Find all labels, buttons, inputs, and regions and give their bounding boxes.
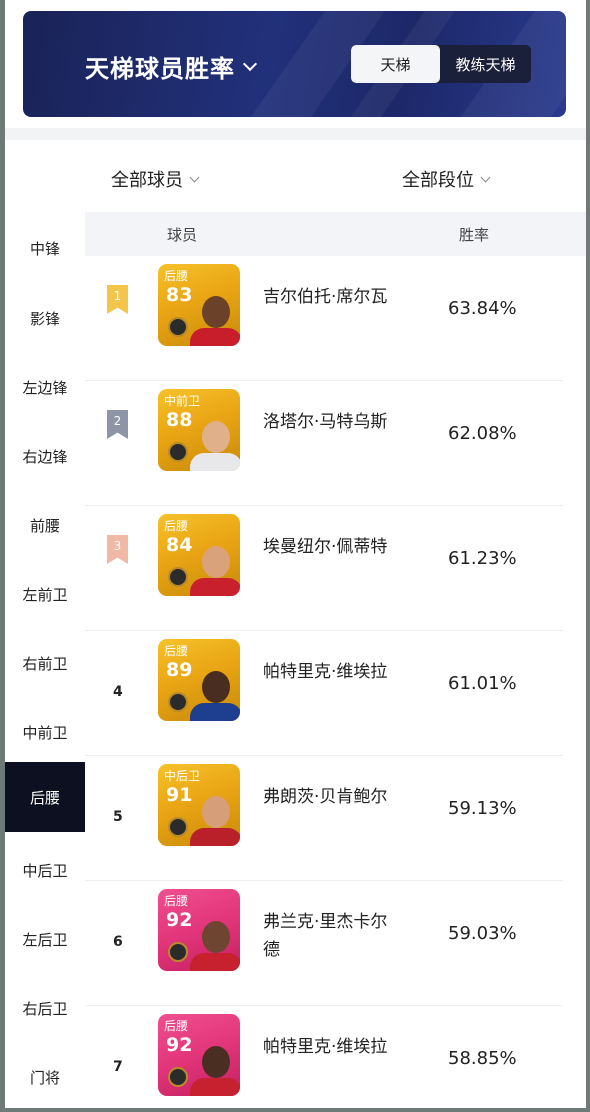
player-card[interactable]: 中前卫 88 <box>158 389 240 471</box>
player-card[interactable]: 后腰 89 <box>158 639 240 721</box>
player-portrait <box>190 790 240 846</box>
app-frame: 天梯球员胜率 天梯 教练天梯 全部球员 全部段位 中锋 影锋 左边锋 右边锋 前腰 左前卫… <box>5 0 586 1108</box>
player-portrait <box>190 415 240 471</box>
player-filter-dropdown[interactable]: 全部球员 <box>111 166 200 192</box>
card-rating: 88 <box>166 409 193 431</box>
card-position: 后腰 <box>164 894 189 908</box>
column-header-win-rate: 胜率 <box>459 226 490 244</box>
rank-number: 6 <box>113 934 123 950</box>
column-header-player: 球员 <box>167 226 198 244</box>
card-emblem-icon <box>168 817 188 837</box>
rank-number: 3 <box>113 539 122 553</box>
player-card[interactable]: 后腰 92 <box>158 1014 240 1096</box>
table-row[interactable]: 5 中后卫 91 弗朗茨·贝肯鲍尔 59.13% <box>85 756 563 881</box>
player-name: 弗兰克·里杰卡尔德 <box>263 912 388 960</box>
card-rating: 91 <box>166 784 193 806</box>
card-emblem-icon <box>168 567 188 587</box>
player-card[interactable]: 后腰 83 <box>158 264 240 346</box>
player-name: 埃曼纽尔·佩蒂特 <box>263 537 388 557</box>
sidebar-item-position[interactable]: 中前卫 <box>5 712 85 752</box>
table-row[interactable]: 4 后腰 89 帕特里克·维埃拉 61.01% <box>85 631 563 756</box>
table-header: 球员 胜率 <box>85 212 586 256</box>
tier-filter-label: 全部段位 <box>402 170 474 191</box>
table-row[interactable]: 6 后腰 92 弗兰克·里杰卡尔德 59.03% <box>85 881 563 1006</box>
win-rate: 61.23% <box>448 548 517 569</box>
sidebar-item-position[interactable]: 右后卫 <box>5 988 85 1028</box>
card-emblem-icon <box>168 317 188 337</box>
player-portrait <box>190 290 240 346</box>
win-rate: 61.01% <box>448 673 517 694</box>
player-name: 帕特里克·维埃拉 <box>263 1037 388 1057</box>
page-title-dropdown[interactable]: 天梯球员胜率 <box>85 49 258 84</box>
card-position: 后腰 <box>164 1019 189 1033</box>
sidebar-item-position[interactable]: 左边锋 <box>5 367 85 407</box>
player-name: 吉尔伯托·席尔瓦 <box>263 287 388 307</box>
page-title: 天梯球员胜率 <box>85 55 235 83</box>
card-emblem-icon <box>168 442 188 462</box>
tab-coach-ladder[interactable]: 教练天梯 <box>440 45 531 83</box>
player-name: 帕特里克·维埃拉 <box>263 662 388 682</box>
player-portrait <box>190 540 240 596</box>
win-rate: 62.08% <box>448 423 517 444</box>
sidebar-item-position[interactable]: 中锋 <box>5 228 85 268</box>
card-position: 后腰 <box>164 644 189 658</box>
table-row[interactable]: 2 中前卫 88 洛塔尔·马特乌斯 62.08% <box>85 381 563 506</box>
win-rate: 63.84% <box>448 298 517 319</box>
sidebar-item-position[interactable]: 影锋 <box>5 298 85 338</box>
sidebar-item-position[interactable]: 左前卫 <box>5 574 85 614</box>
sidebar-item-position[interactable]: 中后卫 <box>5 850 85 890</box>
card-emblem-icon <box>168 692 188 712</box>
win-rate: 59.13% <box>448 798 517 819</box>
card-rating: 89 <box>166 659 193 681</box>
card-rating: 84 <box>166 534 193 556</box>
rank-ribbon-icon: 3 <box>107 535 128 564</box>
player-name: 洛塔尔·马特乌斯 <box>263 412 388 432</box>
card-position: 后腰 <box>164 519 189 533</box>
card-emblem-icon <box>168 942 188 962</box>
sidebar-item-position[interactable]: 前腰 <box>5 505 85 545</box>
tab-ladder[interactable]: 天梯 <box>351 45 440 83</box>
rank-number: 2 <box>113 414 122 428</box>
sidebar-item-position[interactable]: 左后卫 <box>5 919 85 959</box>
table-row[interactable]: 3 后腰 84 埃曼纽尔·佩蒂特 61.23% <box>85 506 563 631</box>
header-banner: 天梯球员胜率 天梯 教练天梯 <box>23 11 566 117</box>
rank-number: 5 <box>113 809 123 825</box>
card-rating: 83 <box>166 284 193 306</box>
rank-number: 7 <box>113 1059 123 1075</box>
rank-number: 4 <box>113 684 123 700</box>
card-emblem-icon <box>168 1067 188 1087</box>
player-card[interactable]: 后腰 84 <box>158 514 240 596</box>
rank-ribbon-icon: 1 <box>107 285 128 314</box>
win-rate: 59.03% <box>448 923 517 944</box>
card-rating: 92 <box>166 1034 193 1056</box>
player-card[interactable]: 后腰 92 <box>158 889 240 971</box>
chevron-down-icon <box>189 172 200 182</box>
section-divider <box>5 128 586 140</box>
mode-toggle: 天梯 教练天梯 <box>351 45 531 83</box>
player-filter-label: 全部球员 <box>111 170 183 191</box>
sidebar-item-position[interactable]: 门将 <box>5 1057 85 1097</box>
player-portrait <box>190 665 240 721</box>
card-position: 后腰 <box>164 269 189 283</box>
player-portrait <box>190 915 240 971</box>
chevron-down-icon <box>480 172 491 182</box>
chevron-down-icon <box>242 56 258 72</box>
player-card[interactable]: 中后卫 91 <box>158 764 240 846</box>
card-position: 中前卫 <box>164 394 201 408</box>
card-position: 中后卫 <box>164 769 201 783</box>
player-name: 弗朗茨·贝肯鲍尔 <box>263 787 388 807</box>
player-portrait <box>190 1040 240 1096</box>
sidebar-item-position[interactable]: 右前卫 <box>5 643 85 683</box>
card-rating: 92 <box>166 909 193 931</box>
rank-number: 1 <box>113 289 122 303</box>
sidebar-item-position[interactable]: 右边锋 <box>5 436 85 476</box>
win-rate: 58.85% <box>448 1048 517 1069</box>
rank-ribbon-icon: 2 <box>107 410 128 439</box>
tier-filter-dropdown[interactable]: 全部段位 <box>402 166 491 192</box>
table-row[interactable]: 7 后腰 92 帕特里克·维埃拉 58.85% <box>85 1006 563 1108</box>
table-row[interactable]: 1 后腰 83 吉尔伯托·席尔瓦 63.84% <box>85 256 563 381</box>
sidebar-item-position[interactable]: 后腰 <box>5 762 85 832</box>
